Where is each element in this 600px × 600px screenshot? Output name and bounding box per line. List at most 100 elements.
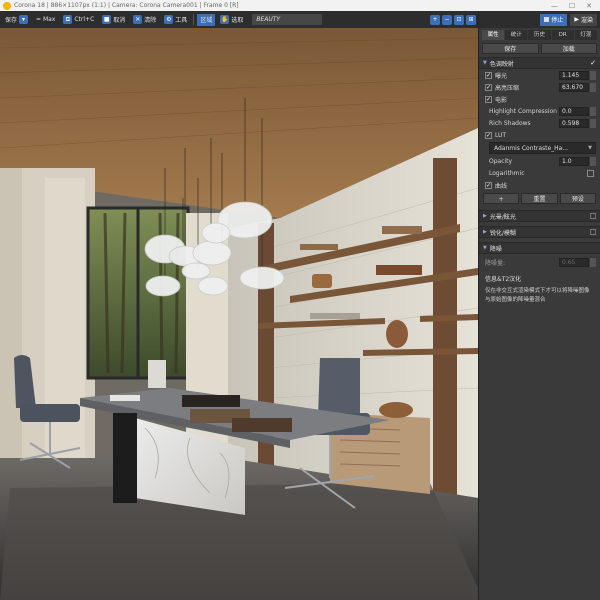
vfb-toolbar: 保存 ▾ = Max ⧉ Ctrl+C ■ 取消 ✕ 清除 ⚙ 工具 区域 ✋ 选取 BEA… bbox=[0, 11, 478, 28]
bloom-section[interactable]: ▶ 光晕/眩光 bbox=[479, 210, 600, 222]
close-button[interactable]: ✕ bbox=[586, 2, 592, 10]
lut-dropdown[interactable]: Adanmis Contraste_Ha... ▼ bbox=[489, 142, 596, 154]
sharpen-section[interactable]: ▶ 锐化/模糊 bbox=[479, 226, 600, 238]
tab-dr[interactable]: DR bbox=[551, 30, 574, 40]
highlight-spinner[interactable] bbox=[590, 82, 596, 92]
curves-row: ✓ 曲线 bbox=[479, 179, 600, 191]
logarithmic-checkbox[interactable] bbox=[587, 169, 594, 177]
zoom-out-icon[interactable]: − bbox=[442, 14, 452, 25]
rendered-image bbox=[0, 28, 478, 600]
opacity-spinner[interactable] bbox=[590, 156, 596, 166]
gear-icon: ⚙ bbox=[164, 15, 174, 24]
bloom-label: 光晕/眩光 bbox=[489, 213, 516, 221]
denoise-amount-input[interactable]: 0.65 bbox=[559, 257, 589, 267]
curve-add-button[interactable]: + bbox=[483, 193, 520, 204]
highlight-label: 高亮压缩 bbox=[495, 84, 520, 92]
render-controls: 停止 ▶ 渲染 bbox=[479, 11, 600, 28]
sharpen-checkbox[interactable] bbox=[590, 229, 596, 235]
bloom-checkbox[interactable] bbox=[590, 213, 596, 219]
highlight-input[interactable]: 63.670 bbox=[559, 82, 589, 92]
maximize-button[interactable]: ☐ bbox=[569, 2, 575, 10]
clear-label: 清除 bbox=[144, 17, 157, 24]
save-settings-button[interactable]: 保存 bbox=[482, 43, 539, 54]
logarithmic-row: Logarithmic bbox=[479, 167, 600, 179]
save-icon: ▾ bbox=[19, 15, 29, 24]
opacity-label: Opacity bbox=[489, 157, 513, 165]
exposure-spinner[interactable] bbox=[590, 70, 596, 80]
stop-square-icon bbox=[544, 17, 550, 22]
corona-logo-icon bbox=[3, 1, 11, 10]
logarithmic-label: Logarithmic bbox=[489, 169, 525, 177]
filmic-checkbox[interactable]: ✓ bbox=[485, 95, 492, 103]
region-label: 区域 bbox=[200, 17, 213, 24]
stop-button[interactable]: 停止 bbox=[540, 13, 568, 26]
zoom-controls: + − ⊡ ⊞ bbox=[430, 14, 478, 25]
toolbar-divider bbox=[193, 14, 195, 25]
denoise-amount-spinner[interactable] bbox=[590, 257, 596, 267]
load-settings-button[interactable]: 加载 bbox=[540, 43, 597, 54]
info-note-text: 仅在非交互式渲染模式下才可以将降噪图像与原始图像的降噪量混合 bbox=[485, 288, 590, 303]
highlight-compression-input[interactable]: 0.0 bbox=[559, 106, 589, 116]
zoom-in-icon[interactable]: + bbox=[430, 14, 440, 25]
tab-stats[interactable]: 统计 bbox=[505, 30, 528, 40]
save-button[interactable]: 保存 ▾ bbox=[2, 14, 31, 26]
highlight-checkbox[interactable]: ✓ bbox=[485, 83, 492, 91]
render-button[interactable]: ▶ 渲染 bbox=[570, 13, 597, 26]
rich-shadows-label: Rich Shadows bbox=[489, 119, 531, 127]
highlight-compression-spinner[interactable] bbox=[590, 106, 596, 116]
minimize-button[interactable]: — bbox=[551, 2, 558, 10]
region-button[interactable]: 区域 bbox=[197, 13, 216, 26]
save-load-row: 保存 加载 bbox=[479, 40, 600, 57]
exposure-checkbox[interactable]: ✓ bbox=[485, 71, 492, 79]
clear-icon: ✕ bbox=[133, 15, 143, 24]
tonemapping-label: 色调映射 bbox=[489, 60, 514, 68]
rich-shadows-spinner[interactable] bbox=[590, 118, 596, 128]
render-pass-select[interactable]: BEAUTY bbox=[252, 14, 323, 25]
save-to-max-button[interactable]: = Max bbox=[33, 14, 58, 26]
lut-value: Adanmis Contraste_Ha... bbox=[494, 144, 569, 152]
render-viewport[interactable] bbox=[0, 28, 478, 600]
expand-triangle-icon: ▶ bbox=[483, 229, 487, 235]
denoise-section[interactable]: ▼ 降噪 bbox=[479, 242, 600, 254]
filmic-row: ✓ 电影 bbox=[479, 93, 600, 105]
title-bar: Corona 18 | 886×1107px (1:1) | Camera: C… bbox=[0, 0, 600, 11]
tonemapping-checkbox[interactable]: ✓ bbox=[590, 59, 596, 67]
play-icon: ▶ bbox=[574, 16, 579, 23]
exposure-row: ✓ 曝光 1.145 bbox=[479, 69, 600, 81]
window-controls: — ☐ ✕ bbox=[551, 2, 600, 10]
curves-checkbox[interactable]: ✓ bbox=[485, 181, 492, 189]
curve-reset-button[interactable]: 重置 bbox=[521, 193, 558, 204]
filmic-label: 电影 bbox=[495, 96, 508, 104]
curves-label: 曲线 bbox=[495, 182, 508, 190]
tab-history[interactable]: 历史 bbox=[528, 30, 551, 40]
exposure-input[interactable]: 1.145 bbox=[559, 70, 589, 80]
select-label: 选取 bbox=[231, 17, 244, 24]
highlight-compression-label: Highlight Compression bbox=[489, 107, 557, 115]
lut-checkbox[interactable]: ✓ bbox=[485, 131, 492, 139]
curve-preset-button[interactable]: 预设 bbox=[559, 193, 596, 204]
stop-label: 停止 bbox=[551, 17, 564, 24]
tab-properties[interactable]: 属性 bbox=[482, 30, 505, 40]
clear-button[interactable]: ✕ 清除 bbox=[130, 14, 159, 26]
collapse-triangle-icon: ▼ bbox=[483, 60, 487, 66]
highlight-row: ✓ 高亮压缩 63.670 bbox=[479, 81, 600, 93]
lut-row: ✓ LUT bbox=[479, 129, 600, 141]
zoom-reset-icon[interactable]: ⊞ bbox=[466, 14, 476, 25]
info-note-title: 信息&T2汉化 bbox=[485, 276, 522, 283]
copy-icon: ⧉ bbox=[63, 15, 73, 24]
copy-button[interactable]: ⧉ Ctrl+C bbox=[60, 14, 97, 26]
select-button[interactable]: ✋ 选取 bbox=[217, 14, 246, 26]
tab-lightmix[interactable]: 灯混 bbox=[574, 30, 598, 40]
rich-shadows-input[interactable]: 0.598 bbox=[559, 118, 589, 128]
tonemapping-section[interactable]: ▼ 色调映射 ✓ bbox=[479, 57, 600, 69]
hand-icon: ✋ bbox=[220, 15, 230, 24]
chevron-down-icon: ▼ bbox=[588, 145, 592, 151]
max-label: = Max bbox=[36, 16, 56, 23]
stop-render-button[interactable]: ■ 取消 bbox=[99, 14, 128, 26]
exposure-label: 曝光 bbox=[495, 72, 508, 80]
panel-tabs: 属性 统计 历史 DR 灯混 bbox=[479, 28, 600, 40]
tools-button[interactable]: ⚙ 工具 bbox=[161, 14, 190, 26]
zoom-fit-icon[interactable]: ⊡ bbox=[454, 14, 464, 25]
denoise-label: 降噪 bbox=[489, 245, 502, 253]
opacity-input[interactable]: 1.0 bbox=[559, 156, 589, 166]
